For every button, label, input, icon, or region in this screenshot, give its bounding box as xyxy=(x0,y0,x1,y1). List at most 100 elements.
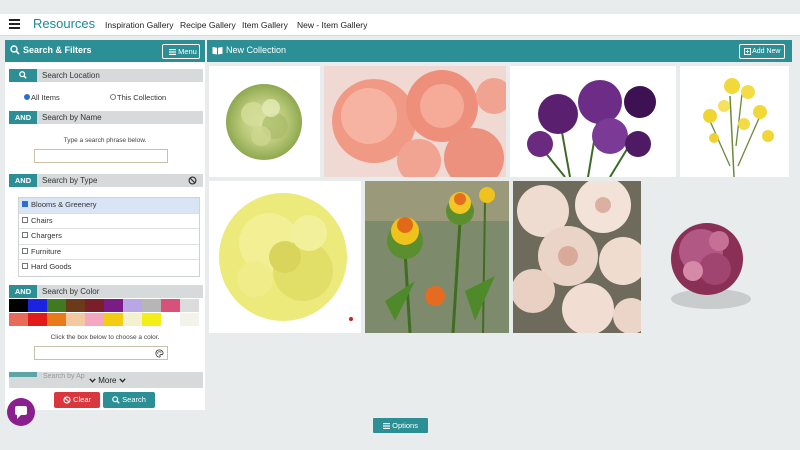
chevron-down-icon xyxy=(89,378,96,384)
and-badge: AND xyxy=(9,111,37,124)
color-swatch[interactable] xyxy=(28,313,47,326)
search-name-input[interactable] xyxy=(34,149,168,163)
search-name-field[interactable] xyxy=(35,150,167,162)
search-location-badge xyxy=(9,69,37,82)
gallery-item-burgundy-bicolor-carnation[interactable] xyxy=(645,181,789,333)
yellow-carnation-image xyxy=(219,193,353,321)
ban-icon[interactable] xyxy=(188,176,197,185)
color-swatch[interactable] xyxy=(161,313,180,326)
options-label: Options xyxy=(392,421,418,430)
plus-box-icon xyxy=(743,47,751,55)
more-row: Search by Ap More xyxy=(9,372,203,388)
color-swatch[interactable] xyxy=(161,299,180,312)
gallery-item-white-pink-carnations[interactable] xyxy=(513,181,641,333)
radio-this-collection-label: This Collection xyxy=(117,93,167,102)
search-icon xyxy=(112,396,120,404)
menu-button-label: Menu xyxy=(178,47,197,56)
collection-title: New Collection xyxy=(226,45,287,55)
color-swatch[interactable] xyxy=(123,313,142,326)
color-swatch[interactable] xyxy=(66,299,85,312)
radio-all-items-label: All Items xyxy=(31,93,60,102)
search-filters-header: Search & Filters Menu xyxy=(5,40,205,62)
palette-icon[interactable] xyxy=(155,349,164,358)
type-item-furniture[interactable]: Furniture xyxy=(19,245,199,260)
search-by-color-section: AND Search by Color xyxy=(9,285,203,298)
color-swatch[interactable] xyxy=(9,313,28,326)
clear-button-label: Clear xyxy=(73,395,92,404)
gallery-item-yellow-carnation[interactable] xyxy=(209,181,361,333)
type-item-chairs[interactable]: Chairs xyxy=(19,214,199,229)
top-navbar: Resources Inspiration Gallery Recipe Gal… xyxy=(0,14,800,36)
type-item-label: Hard Goods xyxy=(31,262,72,271)
gallery-item-peach-carnations[interactable] xyxy=(324,66,506,177)
color-field[interactable] xyxy=(35,347,167,359)
search-location-section: Search Location xyxy=(9,69,203,82)
color-swatch[interactable] xyxy=(142,299,161,312)
search-location-label: Search Location xyxy=(42,71,100,80)
color-swatch-grid xyxy=(9,299,199,327)
nav-recipe-gallery[interactable]: Recipe Gallery xyxy=(180,20,236,30)
book-open-icon xyxy=(212,47,223,55)
menu-button[interactable]: Menu xyxy=(162,44,200,59)
add-new-label: Add New xyxy=(752,48,781,55)
search-icon xyxy=(19,71,27,79)
type-list: Blooms & Greenery Chairs Chargers Furnit… xyxy=(18,197,200,277)
color-swatch[interactable] xyxy=(104,299,123,312)
color-swatch[interactable] xyxy=(28,299,47,312)
color-swatch[interactable] xyxy=(104,313,123,326)
color-swatch[interactable] xyxy=(47,299,66,312)
yellow-spray-carnations-image xyxy=(703,78,774,177)
add-new-button[interactable]: Add New xyxy=(739,44,785,59)
hamburger-menu-icon[interactable] xyxy=(9,19,20,29)
gallery-item-yellow-spray-carnations[interactable] xyxy=(680,66,789,177)
nav-item-gallery[interactable]: Item Gallery xyxy=(242,20,288,30)
checkbox-icon xyxy=(22,247,28,254)
menu-lines-icon xyxy=(383,423,391,430)
type-item-hard-goods[interactable]: Hard Goods xyxy=(19,260,199,276)
color-swatch[interactable] xyxy=(47,313,66,326)
search-name-hint: Type a search phrase below. xyxy=(63,137,147,144)
chat-bubble-icon xyxy=(15,406,27,419)
search-by-name-label: Search by Name xyxy=(42,113,102,122)
checkbox-icon xyxy=(22,263,28,270)
safflower-image xyxy=(365,181,509,333)
type-item-label: Chairs xyxy=(31,215,53,225)
type-item-blooms-greenery[interactable]: Blooms & Greenery xyxy=(19,198,199,214)
ghost-badge xyxy=(9,372,37,377)
radio-this-collection[interactable]: This Collection xyxy=(110,93,166,102)
color-swatch[interactable] xyxy=(180,313,199,326)
checkbox-icon xyxy=(22,216,28,223)
color-swatch[interactable] xyxy=(123,299,142,312)
collection-panel: New Collection Add New xyxy=(207,40,792,410)
type-item-chargers[interactable]: Chargers xyxy=(19,229,199,245)
burgundy-bicolor-carnation-image xyxy=(671,223,751,309)
chat-button[interactable] xyxy=(7,398,35,426)
gallery-item-purple-carnations[interactable] xyxy=(510,66,676,177)
color-picker-input[interactable] xyxy=(34,346,168,360)
gallery-item-safflower[interactable] xyxy=(365,181,509,333)
radio-checked-icon xyxy=(24,94,30,101)
more-toggle[interactable]: More xyxy=(89,376,126,385)
ghost-section-label: Search by Ap xyxy=(43,373,85,380)
gallery-item-green-carnation[interactable] xyxy=(209,66,320,177)
type-item-label: Chargers xyxy=(31,231,62,240)
nav-new-item-gallery[interactable]: New - Item Gallery xyxy=(297,20,367,30)
radio-all-items[interactable]: All Items xyxy=(24,93,60,102)
search-by-name-section: AND Search by Name xyxy=(9,111,203,124)
clear-button[interactable]: Clear xyxy=(54,392,100,408)
options-button[interactable]: Options xyxy=(373,418,428,433)
search-button[interactable]: Search xyxy=(103,392,155,408)
search-by-color-label: Search by Color xyxy=(42,287,100,296)
green-carnation-image xyxy=(226,84,302,160)
brand-title[interactable]: Resources xyxy=(33,16,95,31)
nav-inspiration-gallery[interactable]: Inspiration Gallery xyxy=(105,20,174,30)
color-hint: Click the box below to choose a color. xyxy=(50,334,160,341)
color-swatch[interactable] xyxy=(85,299,104,312)
search-button-label: Search xyxy=(122,395,146,404)
color-swatch[interactable] xyxy=(85,313,104,326)
color-swatch[interactable] xyxy=(9,299,28,312)
color-swatch[interactable] xyxy=(142,313,161,326)
color-swatch[interactable] xyxy=(180,299,199,312)
radio-unchecked-icon xyxy=(110,94,116,101)
color-swatch[interactable] xyxy=(66,313,85,326)
